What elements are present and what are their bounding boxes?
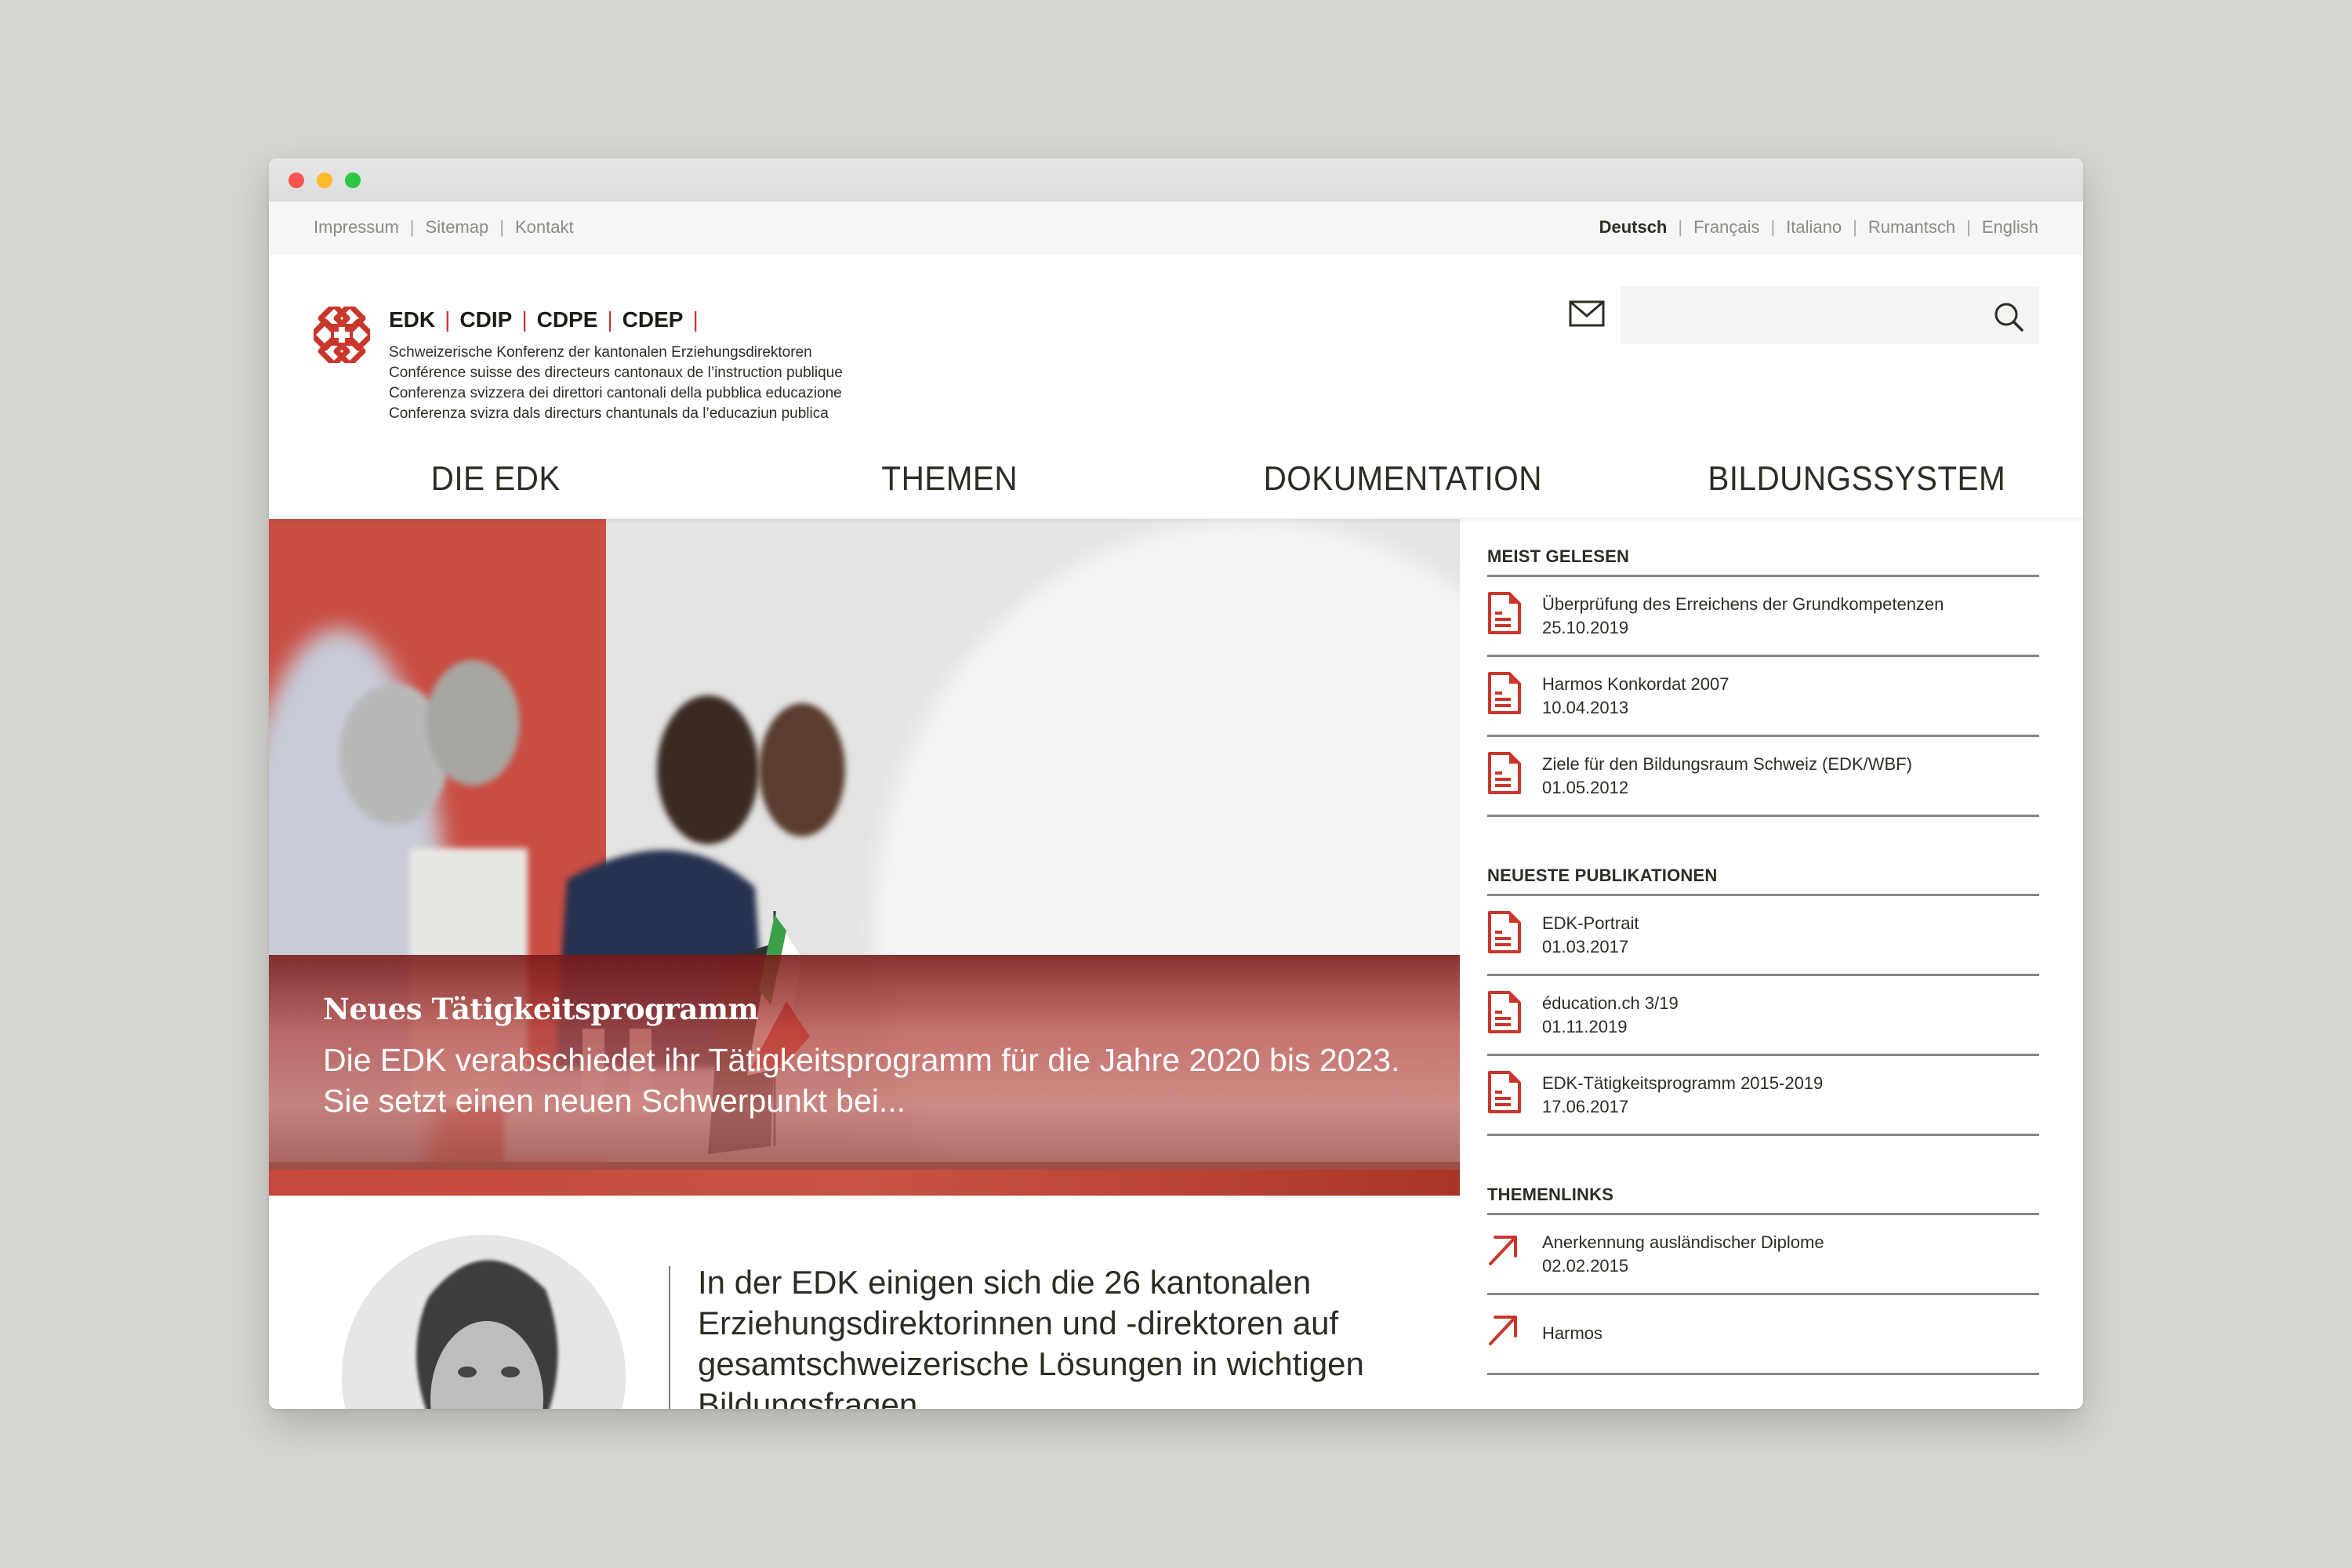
utility-bar: Impressum | Sitemap | Kontakt Deutsch | … — [269, 201, 2083, 255]
item-title: Anerkennung ausländischer Diplome — [1542, 1232, 1824, 1252]
sidebar: MEIST GELESEN Überprüfung des Erreichens… — [1487, 546, 2039, 1409]
abbr-cdpe: CDPE — [536, 307, 598, 332]
org-name-it: Conferenza svizzera dei direttori canton… — [389, 385, 842, 401]
minimize-window-button[interactable] — [317, 172, 332, 188]
org-name-de: Schweizerische Konferenz der kantonalen … — [389, 344, 812, 361]
document-icon — [1488, 991, 1521, 1033]
list-item[interactable]: EDK-Tätigkeitsprogramm 2015-2019 17.06.20… — [1487, 1056, 2039, 1136]
section-heading: MEIST GELESEN — [1487, 546, 2039, 577]
item-date: 01.03.2017 — [1542, 937, 1629, 956]
org-name-fr: Conférence suisse des directeurs cantona… — [389, 365, 843, 381]
document-icon — [1488, 592, 1521, 634]
section-heading: THEMENLINKS — [1487, 1185, 2039, 1215]
kontakt-link[interactable]: Kontakt — [515, 217, 574, 238]
document-icon — [1488, 672, 1521, 714]
search-input[interactable] — [1621, 286, 1981, 344]
hero-title[interactable]: Neues Tätigkeitsprogramm — [323, 992, 759, 1026]
item-title: Überprüfung des Erreichens der Grundkomp… — [1542, 594, 1944, 614]
language-rumantsch[interactable]: Rumantsch — [1868, 217, 1955, 238]
list-item[interactable]: EDK-Portrait 01.03.2017 — [1487, 896, 2039, 976]
item-title: Ziele für den Bildungsraum Schweiz (EDK/… — [1542, 754, 1912, 774]
hero-teaser[interactable]: Neues Tätigkeitsprogramm Die EDK verabsc… — [269, 519, 1460, 1196]
separator: | — [499, 217, 504, 237]
section-neueste-publikationen: NEUESTE PUBLIKATIONEN EDK-Portrait 01.03.… — [1487, 866, 2039, 1136]
separator: | — [692, 307, 699, 332]
nav-dokumentation[interactable]: DOKUMENTATION — [1194, 445, 1611, 517]
language-switcher: Deutsch | Français | Italiano | Rumantsc… — [1599, 217, 2038, 238]
item-title: Harmos — [1542, 1323, 1603, 1343]
language-italiano[interactable]: Italiano — [1786, 217, 1842, 238]
item-date: 10.04.2013 — [1542, 698, 1629, 717]
document-icon — [1488, 911, 1521, 953]
document-icon — [1488, 752, 1521, 794]
president-portrait — [342, 1235, 626, 1409]
item-title: éducation.ch 3/19 — [1542, 993, 1679, 1013]
abbr-cdip: CDIP — [459, 307, 513, 332]
item-title: EDK-Tätigkeitsprogramm 2015-2019 — [1542, 1073, 1824, 1093]
separator: | — [1678, 217, 1683, 237]
language-english[interactable]: English — [1982, 217, 2038, 238]
logo-abbreviations[interactable]: EDK | CDIP | CDPE | CDEP | — [389, 307, 708, 332]
organization-names: Schweizerische Konferenz der kantonalen … — [389, 343, 843, 424]
list-item[interactable]: Ziele für den Bildungsraum Schweiz (EDK/… — [1487, 737, 2039, 817]
hero-text: Die EDK verabschiedet ihr Tätigkeitsprog… — [323, 1042, 1400, 1119]
item-title: Harmos Konkordat 2007 — [1542, 674, 1730, 694]
separator: | — [1966, 217, 1971, 237]
item-date: 25.10.2019 — [1542, 618, 1629, 637]
sitemap-link[interactable]: Sitemap — [426, 217, 489, 238]
separator: | — [1853, 217, 1857, 237]
item-date: 02.02.2015 — [1542, 1256, 1629, 1276]
language-deutsch[interactable]: Deutsch — [1599, 217, 1668, 238]
browser-window: Impressum | Sitemap | Kontakt Deutsch | … — [269, 158, 2083, 1409]
intro-divider — [669, 1266, 670, 1409]
org-name-rm: Conferenza svizra dals directurs chantun… — [389, 405, 829, 422]
separator: | — [409, 217, 415, 237]
item-date: 01.11.2019 — [1542, 1017, 1628, 1036]
browser-titlebar — [269, 158, 2083, 201]
abbr-edk: EDK — [389, 307, 436, 332]
separator: | — [445, 307, 451, 332]
envelope-icon[interactable] — [1569, 300, 1605, 327]
list-item[interactable]: Harmos Konkordat 2007 10.04.2013 — [1487, 657, 2039, 737]
nav-themen[interactable]: THEMEN — [741, 445, 1158, 517]
zoom-window-button[interactable] — [345, 172, 361, 188]
intro-section: In der EDK einigen sich die 26 kantonale… — [269, 1196, 1460, 1409]
section-meist-gelesen: MEIST GELESEN Überprüfung des Erreichens… — [1487, 546, 2039, 817]
utility-links: Impressum | Sitemap | Kontakt — [314, 217, 574, 238]
arrow-up-right-icon — [1489, 1316, 1517, 1345]
portrait-photo — [342, 1235, 626, 1409]
nav-die-edk[interactable]: DIE EDK — [287, 445, 704, 517]
language-francais[interactable]: Français — [1693, 217, 1759, 238]
section-themenlinks: THEMENLINKS Anerkennung ausländischer Di… — [1487, 1185, 2039, 1375]
list-item[interactable]: éducation.ch 3/19 01.11.2019 — [1487, 976, 2039, 1056]
item-date: 01.05.2012 — [1542, 778, 1629, 797]
impressum-link[interactable]: Impressum — [314, 217, 399, 238]
separator: | — [521, 307, 528, 332]
nav-bildungssystem[interactable]: BILDUNGSSYSTEM — [1648, 445, 2065, 517]
separator: | — [1770, 217, 1776, 237]
separator: | — [607, 307, 613, 332]
list-item[interactable]: Überprüfung des Erreichens der Grundkomp… — [1487, 577, 2039, 657]
abbr-cdep: CDEP — [622, 307, 684, 332]
document-icon — [1488, 1071, 1521, 1113]
hero-bottom-strip — [269, 1170, 1460, 1196]
item-date: 17.06.2017 — [1542, 1097, 1629, 1116]
edk-cross-logo-icon[interactable] — [314, 307, 370, 363]
close-window-button[interactable] — [289, 172, 304, 188]
list-item[interactable]: Harmos — [1487, 1295, 2039, 1375]
intro-text: In der EDK einigen sich die 26 kantonale… — [698, 1264, 1364, 1409]
arrow-up-right-icon — [1489, 1236, 1517, 1265]
section-heading: NEUESTE PUBLIKATIONEN — [1487, 866, 2039, 896]
item-title: EDK-Portrait — [1542, 913, 1639, 933]
list-item[interactable]: Anerkennung ausländischer Diplome 02.02.2… — [1487, 1215, 2039, 1295]
main-navigation: DIE EDK THEMEN DOKUMENTATION BILDUNGSSYS… — [269, 445, 2083, 517]
search-box — [1621, 286, 2039, 344]
search-icon[interactable] — [1992, 300, 2025, 333]
